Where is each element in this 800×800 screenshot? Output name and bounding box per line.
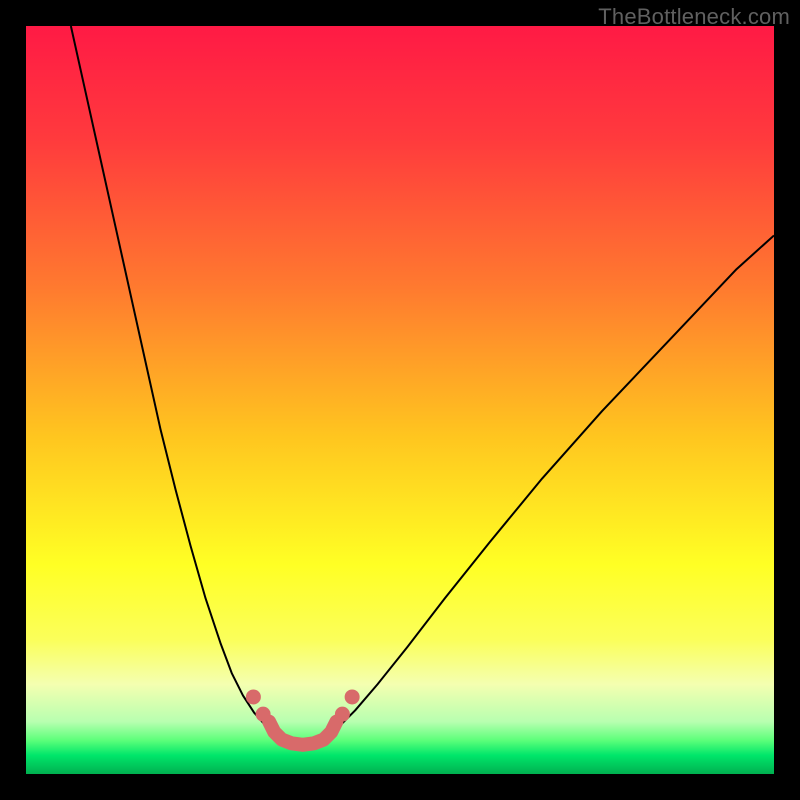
right_bead_lower — [335, 707, 350, 722]
chart-svg — [26, 26, 774, 774]
right_bead_upper — [345, 689, 360, 704]
plot-area — [26, 26, 774, 774]
left_bead_lower — [256, 707, 271, 722]
chart-frame: TheBottleneck.com — [0, 0, 800, 800]
left_bead_upper — [246, 689, 261, 704]
